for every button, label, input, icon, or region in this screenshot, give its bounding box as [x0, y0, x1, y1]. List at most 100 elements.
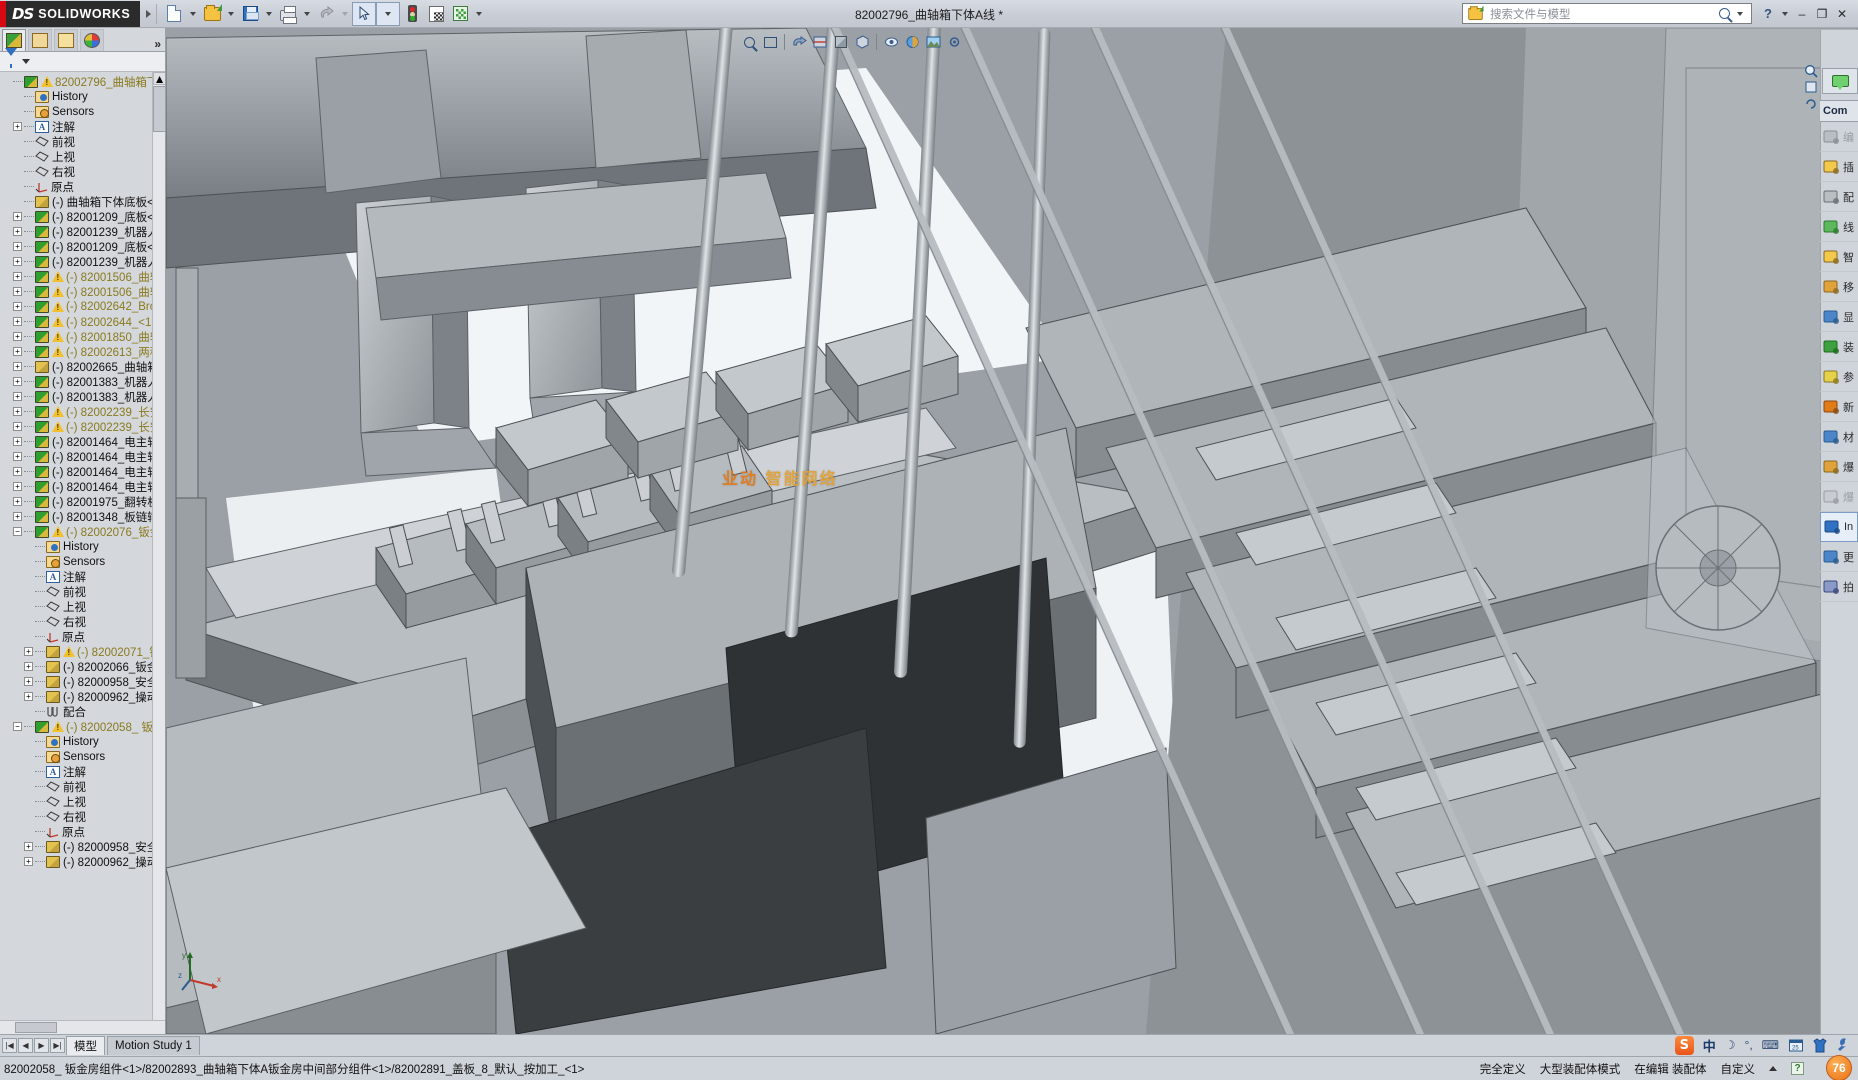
expand-toggle-icon[interactable]: +: [13, 332, 22, 341]
expand-toggle-icon[interactable]: +: [13, 377, 22, 386]
ime-punctuation-icon[interactable]: °,: [1745, 1038, 1753, 1052]
ime-moon-icon[interactable]: ☽: [1725, 1038, 1736, 1052]
tree-item[interactable]: +(-) 82000958_安全开关: [0, 839, 165, 854]
expand-toggle-icon[interactable]: +: [13, 347, 22, 356]
tree-horizontal-scrollbar[interactable]: [0, 1020, 165, 1034]
undo-dropdown-icon[interactable]: [342, 12, 348, 16]
restore-button[interactable]: ❐: [1812, 5, 1832, 23]
tree-item[interactable]: (-) 曲轴箱下体底板<1> (: [0, 194, 165, 209]
tree-item[interactable]: 82002796_曲轴箱下体A线: [0, 74, 165, 89]
section-view-button[interactable]: [810, 32, 830, 52]
tree-item[interactable]: History: [0, 539, 165, 554]
command-bill-of-materials[interactable]: 材: [1820, 422, 1858, 452]
ime-calendar-icon[interactable]: 25: [1788, 1037, 1804, 1053]
search-input[interactable]: 搜索文件与模型: [1462, 3, 1752, 24]
tree-item[interactable]: +(-) 82002239_长安曲轴: [0, 404, 165, 419]
nav-first-button[interactable]: |◀: [2, 1038, 17, 1053]
command-smart-fasteners[interactable]: 智: [1820, 242, 1858, 272]
scroll-thumb[interactable]: [153, 86, 165, 132]
h-scroll-thumb[interactable]: [15, 1022, 57, 1033]
command-manager-tab[interactable]: [1822, 68, 1858, 94]
tree-item[interactable]: Sensors: [0, 104, 165, 119]
expand-toggle-icon[interactable]: +: [13, 452, 22, 461]
tab-property-manager[interactable]: [28, 29, 52, 51]
command-explode-line-sketch[interactable]: 爆: [1820, 482, 1858, 512]
tree-item[interactable]: 右视: [0, 809, 165, 824]
new-document-button[interactable]: [162, 2, 186, 26]
tree-item[interactable]: +(-) 82001464_电主轴支架: [0, 434, 165, 449]
tree-item[interactable]: +(-) 82001506_曲轴箱双: [0, 284, 165, 299]
tree-item[interactable]: 右视: [0, 164, 165, 179]
tree-item[interactable]: 前视: [0, 584, 165, 599]
command-reference-geometry[interactable]: 参: [1820, 362, 1858, 392]
tree-item[interactable]: +(-) 82001464_电主轴支架: [0, 479, 165, 494]
previous-view-button[interactable]: [789, 32, 809, 52]
save-document-button[interactable]: [238, 2, 262, 26]
select-dropdown-button[interactable]: [376, 2, 400, 26]
nav-next-button[interactable]: ▶: [34, 1038, 49, 1053]
tree-item[interactable]: +(-) 82000962_操动件: [0, 689, 165, 704]
tree-item[interactable]: 右视: [0, 614, 165, 629]
tree-item[interactable]: +(-) 82001383_机器人管线: [0, 389, 165, 404]
tree-item[interactable]: +(-) 82001209_底板<1> (: [0, 209, 165, 224]
tab-configuration-manager[interactable]: [54, 29, 78, 51]
new-document-dropdown-icon[interactable]: [190, 12, 196, 16]
search-icon[interactable]: [1719, 8, 1730, 19]
nav-prev-button[interactable]: ◀: [18, 1038, 33, 1053]
tree-item[interactable]: 原点: [0, 824, 165, 839]
tree-item[interactable]: +(-) 82001383_机器人管线: [0, 374, 165, 389]
tree-item[interactable]: +(-) 82001464_电主轴支架: [0, 464, 165, 479]
command-insert-components[interactable]: 插: [1820, 152, 1858, 182]
tab-display-manager[interactable]: [80, 29, 104, 51]
tree-item[interactable]: History: [0, 89, 165, 104]
heads-up-view-toolbar[interactable]: [736, 31, 967, 53]
command-move-component[interactable]: 移: [1820, 272, 1858, 302]
search-dropdown-icon[interactable]: [1737, 12, 1743, 16]
print-document-button[interactable]: [276, 2, 300, 26]
tree-item[interactable]: +(-) 82001464_电主轴支架: [0, 449, 165, 464]
tree-item[interactable]: +(-) 82000958_安全开关: [0, 674, 165, 689]
tree-item[interactable]: A注解: [0, 569, 165, 584]
tree-item[interactable]: +A注解: [0, 119, 165, 134]
command-update-components[interactable]: 更: [1820, 542, 1858, 572]
panel-expand-button[interactable]: »: [154, 37, 161, 51]
tree-item[interactable]: 上视: [0, 149, 165, 164]
expand-toggle-icon[interactable]: +: [24, 857, 33, 866]
expand-toggle-icon[interactable]: +: [13, 482, 22, 491]
undo-button[interactable]: [314, 2, 338, 26]
edit-appearance-button[interactable]: [902, 32, 922, 52]
rotate-icon[interactable]: [1804, 96, 1818, 110]
open-document-dropdown-icon[interactable]: [228, 12, 234, 16]
toolbox-dropdown-icon[interactable]: [476, 12, 482, 16]
options-button[interactable]: [424, 2, 448, 26]
tree-item[interactable]: +(-) 82002642_Brother: [0, 299, 165, 314]
scroll-up-button[interactable]: ▲: [153, 72, 165, 85]
status-custom[interactable]: 自定义: [1721, 1061, 1756, 1077]
ime-wrench-icon[interactable]: [1836, 1037, 1850, 1053]
status-custom-dropdown-icon[interactable]: [1769, 1066, 1777, 1071]
ime-keyboard-icon[interactable]: ⌨: [1762, 1038, 1779, 1052]
menu-expander-icon[interactable]: [146, 10, 151, 18]
tree-item[interactable]: Sensors: [0, 749, 165, 764]
expand-toggle-icon[interactable]: +: [13, 122, 22, 131]
tree-item[interactable]: 原点: [0, 179, 165, 194]
expand-toggle-icon[interactable]: +: [24, 662, 33, 671]
status-help-badge[interactable]: ?: [1791, 1062, 1804, 1075]
zoom-badge[interactable]: 76: [1826, 1055, 1852, 1080]
command-edit-component[interactable]: 编: [1820, 122, 1858, 152]
3d-model-viewport[interactable]: [166, 28, 1858, 1034]
tree-item[interactable]: +(-) 82001239_机器人管线: [0, 224, 165, 239]
tree-item[interactable]: 配合: [0, 704, 165, 719]
tree-vertical-scrollbar[interactable]: ▲: [152, 72, 165, 1034]
tree-filter-bar[interactable]: [0, 52, 165, 72]
ime-shirt-icon[interactable]: [1813, 1037, 1827, 1053]
tree-item[interactable]: History: [0, 734, 165, 749]
command-take-snapshot[interactable]: 拍: [1820, 572, 1858, 602]
command-assembly-features[interactable]: 装: [1820, 332, 1858, 362]
tree-item[interactable]: +(-) 82002665_曲轴箱下体: [0, 359, 165, 374]
collapse-toggle-icon[interactable]: −: [13, 527, 22, 536]
tree-item[interactable]: +(-) 82002066_钣金房: [0, 659, 165, 674]
tree-item[interactable]: +(-) 82002239_长安曲轴: [0, 419, 165, 434]
expand-toggle-icon[interactable]: +: [13, 467, 22, 476]
tree-item[interactable]: −(-) 82002076_钣金房组: [0, 524, 165, 539]
